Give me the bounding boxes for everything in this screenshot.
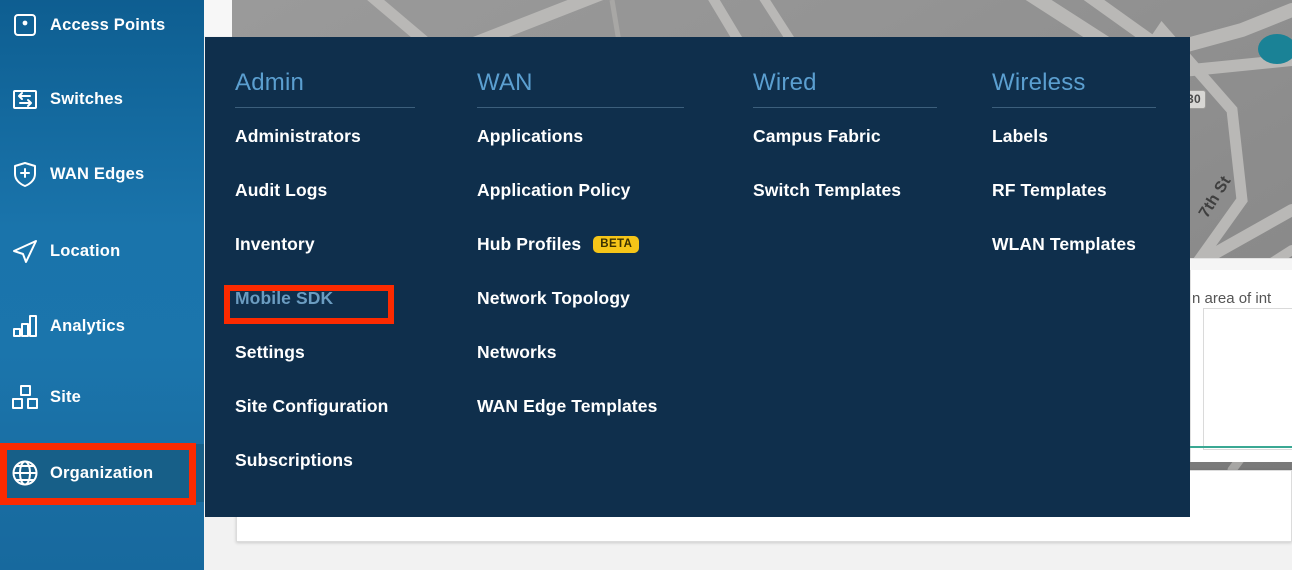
menu-item-rf-templates[interactable]: RF Templates (992, 178, 1230, 203)
sidebar-item-organization[interactable]: Organization (0, 444, 204, 502)
menu-item-label: Inventory (235, 234, 315, 254)
menu-item-label: RF Templates (992, 180, 1107, 200)
sidebar-item-label: Analytics (50, 316, 126, 335)
app-screen: 7th St 30 n area of int 1:30 am - 1:40 a… (0, 0, 1292, 570)
menu-item-labels[interactable]: Labels (992, 124, 1230, 149)
sidebar-item-switches[interactable]: Switches (0, 70, 204, 128)
menu-column-divider (235, 107, 415, 108)
menu-column-wireless: Wireless Labels RF Templates WLAN Templates (992, 69, 1230, 286)
wan-edge-shield-icon (8, 157, 42, 191)
sidebar-item-label: WAN Edges (50, 164, 145, 183)
map-location-pin[interactable] (1258, 34, 1292, 64)
menu-item-label: Hub Profiles (477, 234, 582, 254)
menu-column-divider (477, 107, 684, 108)
sidebar-item-label: Access Points (50, 15, 166, 34)
sidebar-item-access-points[interactable]: Access Points (0, 0, 204, 54)
analytics-bars-icon (8, 309, 42, 343)
menu-item-administrators[interactable]: Administrators (235, 124, 473, 149)
menu-item-label: Subscriptions (235, 450, 353, 470)
sidebar-item-analytics[interactable]: Analytics (0, 297, 204, 355)
menu-item-network-topology[interactable]: Network Topology (477, 286, 715, 311)
menu-item-campus-fabric[interactable]: Campus Fabric (753, 124, 991, 149)
organization-mega-menu: Admin Administrators Audit Logs Inventory Mo… (205, 37, 1190, 517)
menu-column-wan: WAN Applications Application Policy Hub Pro… (477, 69, 715, 448)
beta-badge: BETA (593, 235, 640, 254)
menu-column-admin: Admin Administrators Audit Logs Inventory Mo… (235, 69, 473, 502)
menu-item-networks[interactable]: Networks (477, 340, 715, 365)
menu-item-label: Applications (477, 126, 584, 146)
menu-column-title: Wired (753, 69, 817, 96)
menu-item-label: Site Configuration (235, 396, 389, 416)
sidebar-item-label: Switches (50, 89, 124, 108)
menu-item-application-policy[interactable]: Application Policy (477, 178, 715, 203)
menu-item-label: Switch Templates (753, 180, 902, 200)
menu-column-divider (753, 107, 937, 108)
sidebar-item-location[interactable]: Location (0, 222, 204, 280)
menu-item-settings[interactable]: Settings (235, 340, 473, 365)
left-sidebar: Access Points Switches WAN Edges Location An… (0, 0, 204, 570)
menu-item-hub-profiles[interactable]: Hub Profiles BETA (477, 232, 715, 257)
menu-item-audit-logs[interactable]: Audit Logs (235, 178, 473, 203)
menu-item-label: WLAN Templates (992, 234, 1137, 254)
menu-column-divider (992, 107, 1156, 108)
menu-column-title: Admin (235, 69, 305, 96)
menu-item-label: Networks (477, 342, 557, 362)
menu-item-site-configuration[interactable]: Site Configuration (235, 394, 473, 419)
menu-column-title: WAN (477, 69, 533, 96)
menu-item-label: Campus Fabric (753, 126, 881, 146)
menu-item-applications[interactable]: Applications (477, 124, 715, 149)
sidebar-item-label: Organization (50, 463, 154, 482)
menu-item-switch-templates[interactable]: Switch Templates (753, 178, 991, 203)
menu-item-label: Labels (992, 126, 1049, 146)
menu-column-title: Wireless (992, 69, 1086, 96)
right-card-plot-area (1203, 308, 1292, 450)
menu-column-wired: Wired Campus Fabric Switch Templates (753, 69, 991, 232)
sidebar-item-wan-edges[interactable]: WAN Edges (0, 145, 204, 203)
menu-item-label: Audit Logs (235, 180, 328, 200)
organization-globe-icon (8, 456, 42, 490)
menu-item-wan-edge-templates[interactable]: WAN Edge Templates (477, 394, 715, 419)
switch-icon (8, 82, 42, 116)
menu-item-label: Network Topology (477, 288, 630, 308)
access-point-icon (8, 8, 42, 42)
menu-item-mobile-sdk[interactable]: Mobile SDK (235, 286, 473, 311)
menu-item-label: Application Policy (477, 180, 631, 200)
map-left-strip (204, 0, 232, 36)
menu-item-inventory[interactable]: Inventory (235, 232, 473, 257)
sidebar-item-site[interactable]: Site (0, 368, 204, 426)
right-card-text: n area of int (1192, 290, 1272, 307)
menu-item-label: Administrators (235, 126, 361, 146)
menu-item-label: Settings (235, 342, 305, 362)
location-arrow-icon (8, 234, 42, 268)
menu-item-wlan-templates[interactable]: WLAN Templates (992, 232, 1230, 257)
right-card-plot-line (1190, 446, 1292, 448)
sidebar-item-label: Site (50, 387, 82, 406)
menu-item-label: WAN Edge Templates (477, 396, 658, 416)
sidebar-item-label: Location (50, 241, 121, 260)
site-squares-icon (8, 380, 42, 414)
menu-item-subscriptions[interactable]: Subscriptions (235, 448, 473, 473)
menu-item-label: Mobile SDK (235, 288, 334, 308)
